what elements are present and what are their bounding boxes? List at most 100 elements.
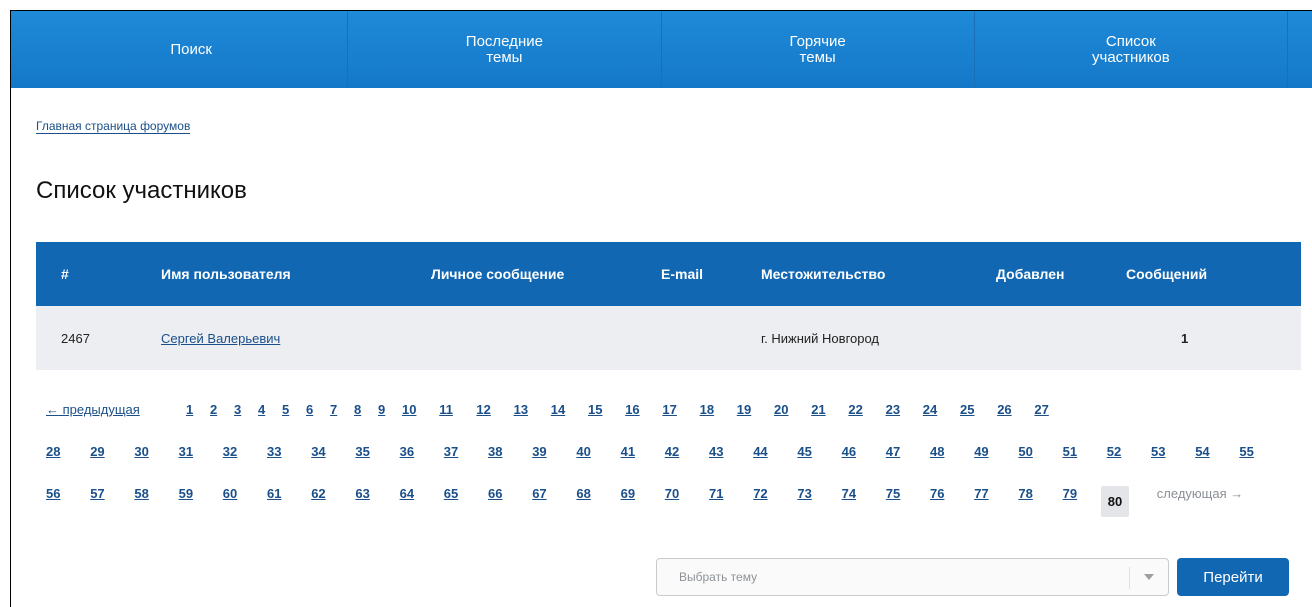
page-link-21[interactable]: 21 — [811, 402, 825, 417]
page-link-59[interactable]: 59 — [179, 486, 193, 501]
page-link-23[interactable]: 23 — [886, 402, 900, 417]
page-link-70[interactable]: 70 — [665, 486, 679, 501]
page-link-1[interactable]: 1 — [186, 402, 193, 417]
page-link-78[interactable]: 78 — [1018, 486, 1032, 501]
page-link-51[interactable]: 51 — [1063, 444, 1077, 459]
page-link-17[interactable]: 17 — [662, 402, 676, 417]
page-link-39[interactable]: 39 — [532, 444, 546, 459]
page-link-52[interactable]: 52 — [1107, 444, 1121, 459]
user-profile-link[interactable]: Сергей Валерьевич — [161, 331, 280, 346]
page-link-72[interactable]: 72 — [753, 486, 767, 501]
page-link-53[interactable]: 53 — [1151, 444, 1165, 459]
page-link-41[interactable]: 41 — [621, 444, 635, 459]
page-link-5[interactable]: 5 — [282, 402, 289, 417]
page-link-57[interactable]: 57 — [90, 486, 104, 501]
page-link-6[interactable]: 6 — [306, 402, 313, 417]
page-link-7[interactable]: 7 — [330, 402, 337, 417]
col-header-posts[interactable]: Сообщений — [1126, 242, 1301, 306]
prev-page-link[interactable]: ← предыдущая — [46, 402, 140, 417]
page-link-16[interactable]: 16 — [625, 402, 639, 417]
cell-posts: 1 — [1126, 306, 1301, 370]
go-button[interactable]: Перейти — [1177, 558, 1289, 596]
page-link-63[interactable]: 63 — [355, 486, 369, 501]
page-link-37[interactable]: 37 — [444, 444, 458, 459]
page-link-73[interactable]: 73 — [797, 486, 811, 501]
page-link-76[interactable]: 76 — [930, 486, 944, 501]
col-header-location[interactable]: Местожительство — [761, 242, 996, 306]
page-link-48[interactable]: 48 — [930, 444, 944, 459]
page-link-4[interactable]: 4 — [258, 402, 265, 417]
page-link-13[interactable]: 13 — [514, 402, 528, 417]
page-link-12[interactable]: 12 — [476, 402, 490, 417]
col-header-number[interactable]: # — [36, 242, 161, 306]
page-link-25[interactable]: 25 — [960, 402, 974, 417]
page-link-65[interactable]: 65 — [444, 486, 458, 501]
page-link-75[interactable]: 75 — [886, 486, 900, 501]
page-link-56[interactable]: 56 — [46, 486, 60, 501]
page-link-50[interactable]: 50 — [1018, 444, 1032, 459]
page-link-19[interactable]: 19 — [737, 402, 751, 417]
col-header-joined[interactable]: Добавлен — [996, 242, 1126, 306]
page-link-61[interactable]: 61 — [267, 486, 281, 501]
page-link-31[interactable]: 31 — [179, 444, 193, 459]
page-link-46[interactable]: 46 — [842, 444, 856, 459]
cell-number: 2467 — [36, 306, 161, 370]
page-link-43[interactable]: 43 — [709, 444, 723, 459]
page-link-33[interactable]: 33 — [267, 444, 281, 459]
page-link-34[interactable]: 34 — [311, 444, 325, 459]
page-link-44[interactable]: 44 — [753, 444, 767, 459]
page-link-35[interactable]: 35 — [355, 444, 369, 459]
page-link-24[interactable]: 24 — [923, 402, 937, 417]
page-link-38[interactable]: 38 — [488, 444, 502, 459]
page-link-14[interactable]: 14 — [551, 402, 565, 417]
cell-username: Сергей Валерьевич — [161, 306, 431, 370]
page-link-29[interactable]: 29 — [90, 444, 104, 459]
page-link-66[interactable]: 66 — [488, 486, 502, 501]
page-title: Список участников — [36, 177, 247, 204]
page-link-55[interactable]: 55 — [1239, 444, 1253, 459]
page-link-67[interactable]: 67 — [532, 486, 546, 501]
page-link-10[interactable]: 10 — [402, 402, 416, 417]
page-link-20[interactable]: 20 — [774, 402, 788, 417]
page-link-36[interactable]: 36 — [400, 444, 414, 459]
page-link-54[interactable]: 54 — [1195, 444, 1209, 459]
col-header-private-message[interactable]: Личное сообщение — [431, 242, 661, 306]
page-link-58[interactable]: 58 — [134, 486, 148, 501]
topic-select[interactable]: Выбрать тему — [656, 558, 1169, 596]
page-link-11[interactable]: 11 — [439, 402, 453, 417]
current-page: 80 — [1100, 486, 1130, 517]
page-link-26[interactable]: 26 — [997, 402, 1011, 417]
page-link-8[interactable]: 8 — [354, 402, 361, 417]
page-link-2[interactable]: 2 — [210, 402, 217, 417]
col-header-email[interactable]: E-mail — [661, 242, 761, 306]
page-link-18[interactable]: 18 — [700, 402, 714, 417]
page-link-68[interactable]: 68 — [576, 486, 590, 501]
page-link-47[interactable]: 47 — [886, 444, 900, 459]
page-link-40[interactable]: 40 — [576, 444, 590, 459]
page-link-42[interactable]: 42 — [665, 444, 679, 459]
nav-item-members-list[interactable]: Список участников — [973, 11, 1287, 88]
nav-item-hot-topics[interactable]: Горячие темы — [660, 11, 974, 88]
page-link-27[interactable]: 27 — [1034, 402, 1048, 417]
page-link-28[interactable]: 28 — [46, 444, 60, 459]
nav-item-recent-topics[interactable]: Последние темы — [347, 11, 660, 88]
page-link-45[interactable]: 45 — [797, 444, 811, 459]
page-link-60[interactable]: 60 — [223, 486, 237, 501]
page-link-3[interactable]: 3 — [234, 402, 241, 417]
page-link-71[interactable]: 71 — [709, 486, 723, 501]
page-link-15[interactable]: 15 — [588, 402, 602, 417]
page-link-74[interactable]: 74 — [842, 486, 856, 501]
col-header-username[interactable]: Имя пользователя — [161, 242, 431, 306]
page-link-9[interactable]: 9 — [378, 402, 385, 417]
page-link-62[interactable]: 62 — [311, 486, 325, 501]
page-link-32[interactable]: 32 — [223, 444, 237, 459]
page-link-69[interactable]: 69 — [621, 486, 635, 501]
page-link-79[interactable]: 79 — [1063, 486, 1077, 501]
nav-item-search[interactable]: Поиск — [35, 11, 347, 88]
page-link-22[interactable]: 22 — [848, 402, 862, 417]
breadcrumb-forum-home[interactable]: Главная страница форумов — [36, 119, 191, 134]
page-link-30[interactable]: 30 — [134, 444, 148, 459]
page-link-49[interactable]: 49 — [974, 444, 988, 459]
page-link-64[interactable]: 64 — [400, 486, 414, 501]
page-link-77[interactable]: 77 — [974, 486, 988, 501]
